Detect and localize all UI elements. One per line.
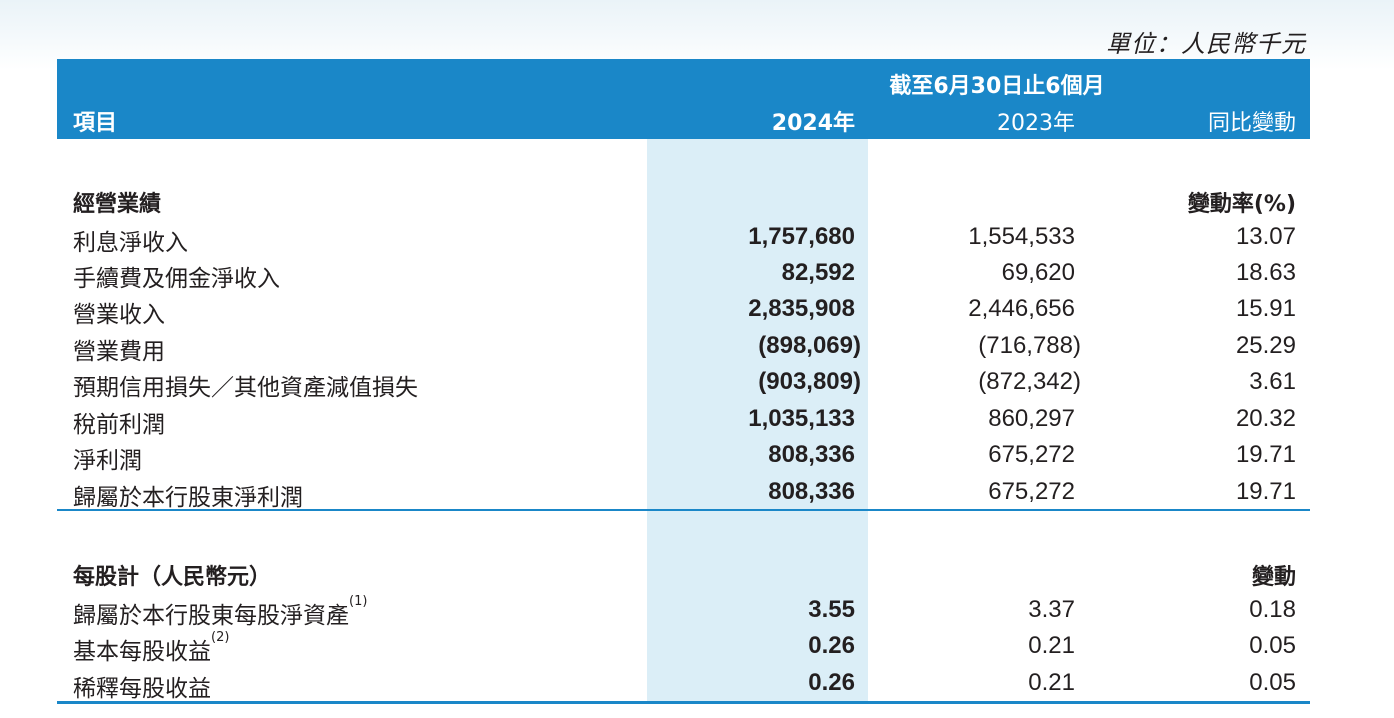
section-divider xyxy=(57,509,1310,511)
value-2023: 0.21 xyxy=(1028,669,1075,696)
row-label: 歸屬於本行股東每股淨資產(1) xyxy=(73,594,368,630)
table-row: 預期信用損失／其他資產減值損失 (903,809) (872,342) 3.61 xyxy=(57,368,1310,404)
value-2024: (898,069) xyxy=(758,332,861,359)
table-row: 營業收入 2,835,908 2,446,656 15.91 xyxy=(57,295,1310,331)
table-row: 稅前利潤 1,035,133 860,297 20.32 xyxy=(57,405,1310,441)
value-2024: 1,035,133 xyxy=(748,405,855,432)
value-2023: 860,297 xyxy=(988,405,1075,432)
row-label: 手續費及佣金淨收入 xyxy=(73,266,280,292)
value-2023: 0.21 xyxy=(1028,632,1075,659)
value-2024: 808,336 xyxy=(768,478,855,505)
table-row: 營業費用 (898,069) (716,788) 25.29 xyxy=(57,332,1310,368)
row-label: 營業收入 xyxy=(73,302,165,328)
value-2023: (716,788) xyxy=(978,332,1081,359)
footnote-ref: (2) xyxy=(211,630,230,645)
section-title: 經營業績 xyxy=(73,192,162,217)
table-header: 截至6月30日止6個月 項目 2024年 2023年 同比變動 xyxy=(57,59,1310,139)
row-label: 預期信用損失／其他資產減值損失 xyxy=(73,375,418,401)
value-2024: 1,757,680 xyxy=(748,223,855,250)
value-2023: 675,272 xyxy=(988,441,1075,468)
value-2023: 3.37 xyxy=(1028,596,1075,623)
section-title: 每股計（人民幣元） xyxy=(73,565,272,590)
header-2023: 2023年 xyxy=(997,111,1075,136)
row-label: 營業費用 xyxy=(73,339,165,365)
value-2024: 808,336 xyxy=(768,441,855,468)
row-label-text: 稀釋每股收益 xyxy=(73,676,211,702)
row-label: 歸屬於本行股東淨利潤 xyxy=(73,485,303,511)
value-change: 19.71 xyxy=(1235,478,1296,505)
value-2023: 69,620 xyxy=(1001,259,1075,286)
unit-label: 單位：人民幣千元 xyxy=(1106,30,1306,58)
period-text: 截至6月30日止6個月 xyxy=(889,74,1105,99)
row-label: 利息淨收入 xyxy=(73,230,188,256)
header-item: 項目 xyxy=(73,111,118,136)
table-row: 稀釋每股收益 0.26 0.21 0.05 xyxy=(57,669,1310,705)
value-change: 18.63 xyxy=(1235,259,1296,286)
value-2024: 82,592 xyxy=(781,259,855,286)
value-change: 25.29 xyxy=(1235,332,1296,359)
table-row: 基本每股收益(2) 0.26 0.21 0.05 xyxy=(57,630,1310,668)
row-label-text: 基本每股收益 xyxy=(73,639,211,665)
header-2024: 2024年 xyxy=(771,111,855,136)
value-change: 0.05 xyxy=(1249,669,1296,696)
row-label-text: 歸屬於本行股東每股淨資產 xyxy=(73,603,349,629)
section-per-share: 每股計（人民幣元） 變動 xyxy=(57,559,1310,595)
table-bottom-rule xyxy=(57,701,1310,704)
section-operating-results: 經營業績 變動率(%) xyxy=(57,186,1310,222)
value-change: 19.71 xyxy=(1235,441,1296,468)
value-2024: 0.26 xyxy=(808,632,855,659)
value-2024: (903,809) xyxy=(758,368,861,395)
row-label: 基本每股收益(2) xyxy=(73,630,230,666)
row-label: 淨利潤 xyxy=(73,448,142,474)
value-2024: 2,835,908 xyxy=(748,295,855,322)
section-change-header: 變動 xyxy=(1251,565,1296,590)
value-2023: 675,272 xyxy=(988,478,1075,505)
value-change: 0.18 xyxy=(1249,596,1296,623)
table-row: 歸屬於本行股東每股淨資產(1) 3.55 3.37 0.18 xyxy=(57,594,1310,632)
header-change: 同比變動 xyxy=(1207,111,1296,136)
value-2024: 3.55 xyxy=(808,596,855,623)
value-change: 3.61 xyxy=(1249,368,1296,395)
value-change: 20.32 xyxy=(1235,405,1296,432)
value-2024: 0.26 xyxy=(808,669,855,696)
row-label: 稀釋每股收益 xyxy=(73,669,211,703)
row-label: 稅前利潤 xyxy=(73,412,165,438)
value-change: 13.07 xyxy=(1235,223,1296,250)
value-2023: (872,342) xyxy=(978,368,1081,395)
value-2023: 2,446,656 xyxy=(968,295,1075,322)
table-row: 手續費及佣金淨收入 82,592 69,620 18.63 xyxy=(57,259,1310,295)
table-row: 淨利潤 808,336 675,272 19.71 xyxy=(57,441,1310,477)
value-change: 15.91 xyxy=(1235,295,1296,322)
section-change-header: 變動率(%) xyxy=(1187,192,1296,217)
value-change: 0.05 xyxy=(1249,632,1296,659)
footnote-ref: (1) xyxy=(349,594,368,609)
value-2023: 1,554,533 xyxy=(968,223,1075,250)
table-row: 利息淨收入 1,757,680 1,554,533 13.07 xyxy=(57,223,1310,259)
